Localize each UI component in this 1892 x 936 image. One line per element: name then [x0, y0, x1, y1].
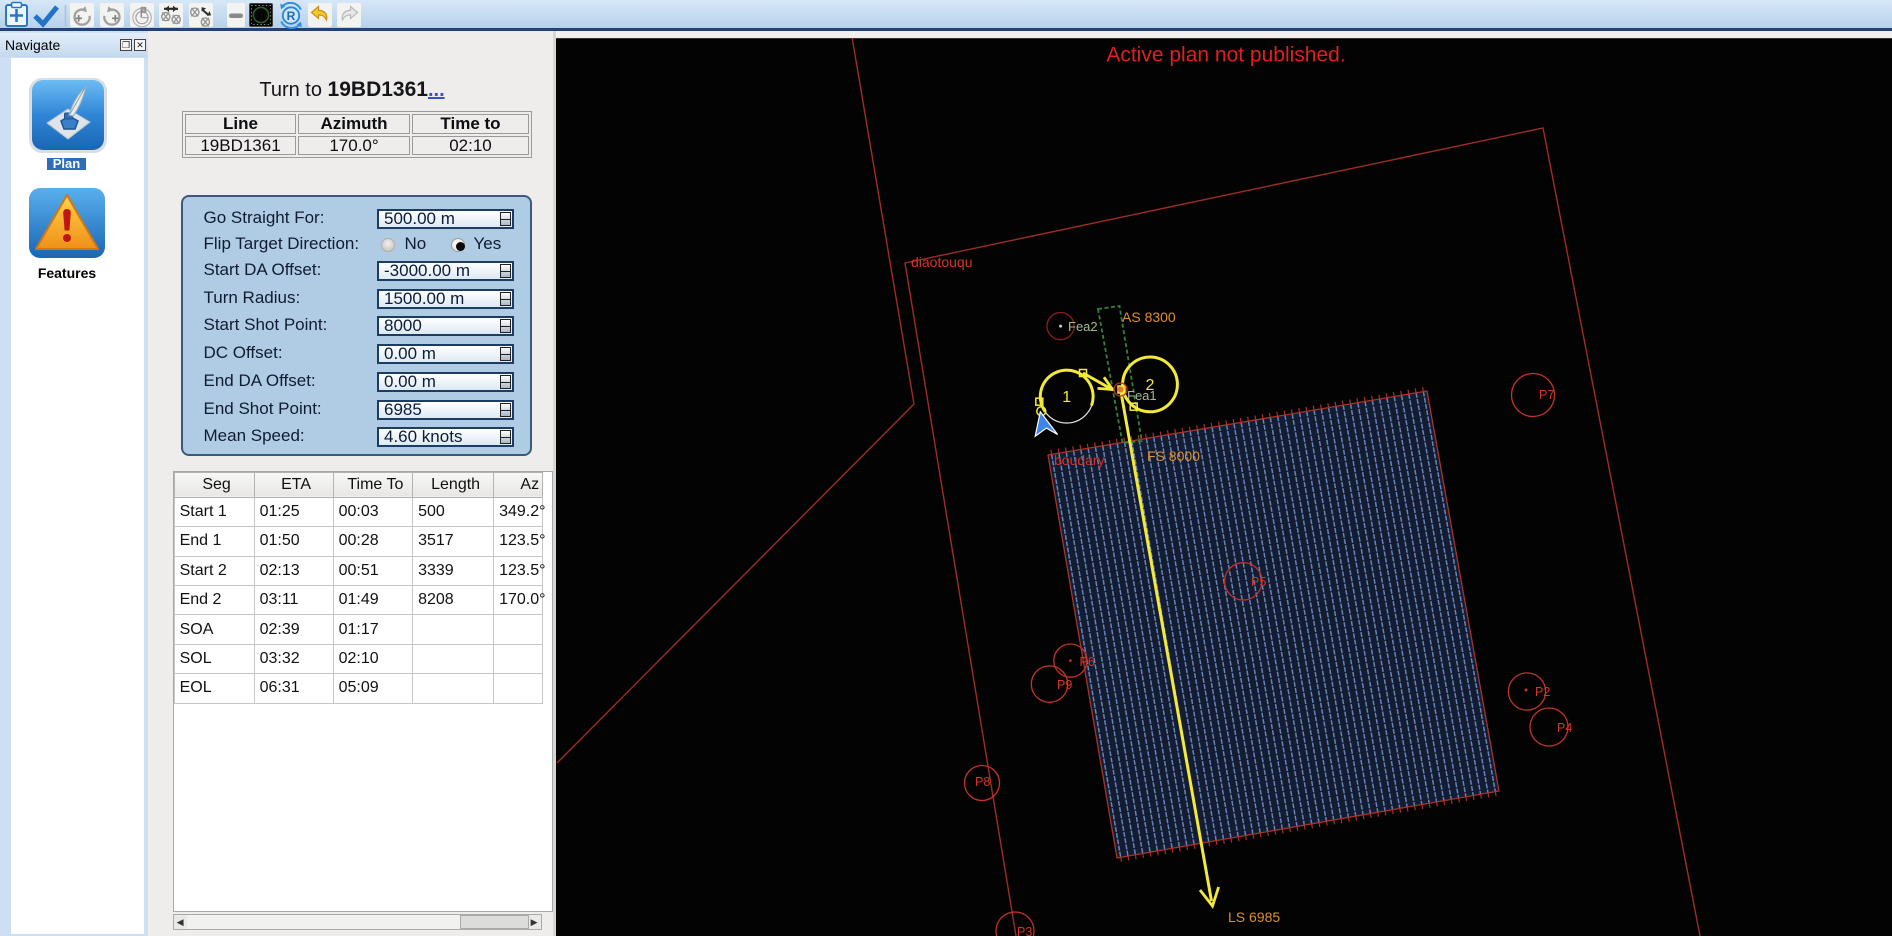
- svg-text:Fea2: Fea2: [1068, 319, 1098, 334]
- svg-text:AS 8300: AS 8300: [1122, 309, 1176, 325]
- svg-text:diaotouqu: diaotouqu: [911, 254, 973, 270]
- svg-text:FS 8000: FS 8000: [1147, 448, 1200, 464]
- svg-text:P4: P4: [1557, 721, 1572, 735]
- svg-text:R: R: [287, 9, 296, 23]
- svg-text:P9: P9: [1057, 678, 1072, 692]
- svg-text:P5: P5: [1251, 575, 1266, 589]
- svg-text:P8: P8: [975, 775, 990, 789]
- svg-text:P3: P3: [1017, 925, 1032, 936]
- svg-text:P6: P6: [1080, 655, 1095, 669]
- svg-text:LS 6985: LS 6985: [1228, 909, 1280, 925]
- svg-text:Active plan not published.: Active plan not published.: [1106, 44, 1345, 67]
- svg-text:1: 1: [1062, 389, 1071, 406]
- svg-text:boudary: boudary: [1054, 452, 1105, 468]
- svg-text:P2: P2: [1535, 685, 1550, 699]
- svg-text:2: 2: [1146, 377, 1155, 394]
- svg-text:P7: P7: [1539, 388, 1554, 402]
